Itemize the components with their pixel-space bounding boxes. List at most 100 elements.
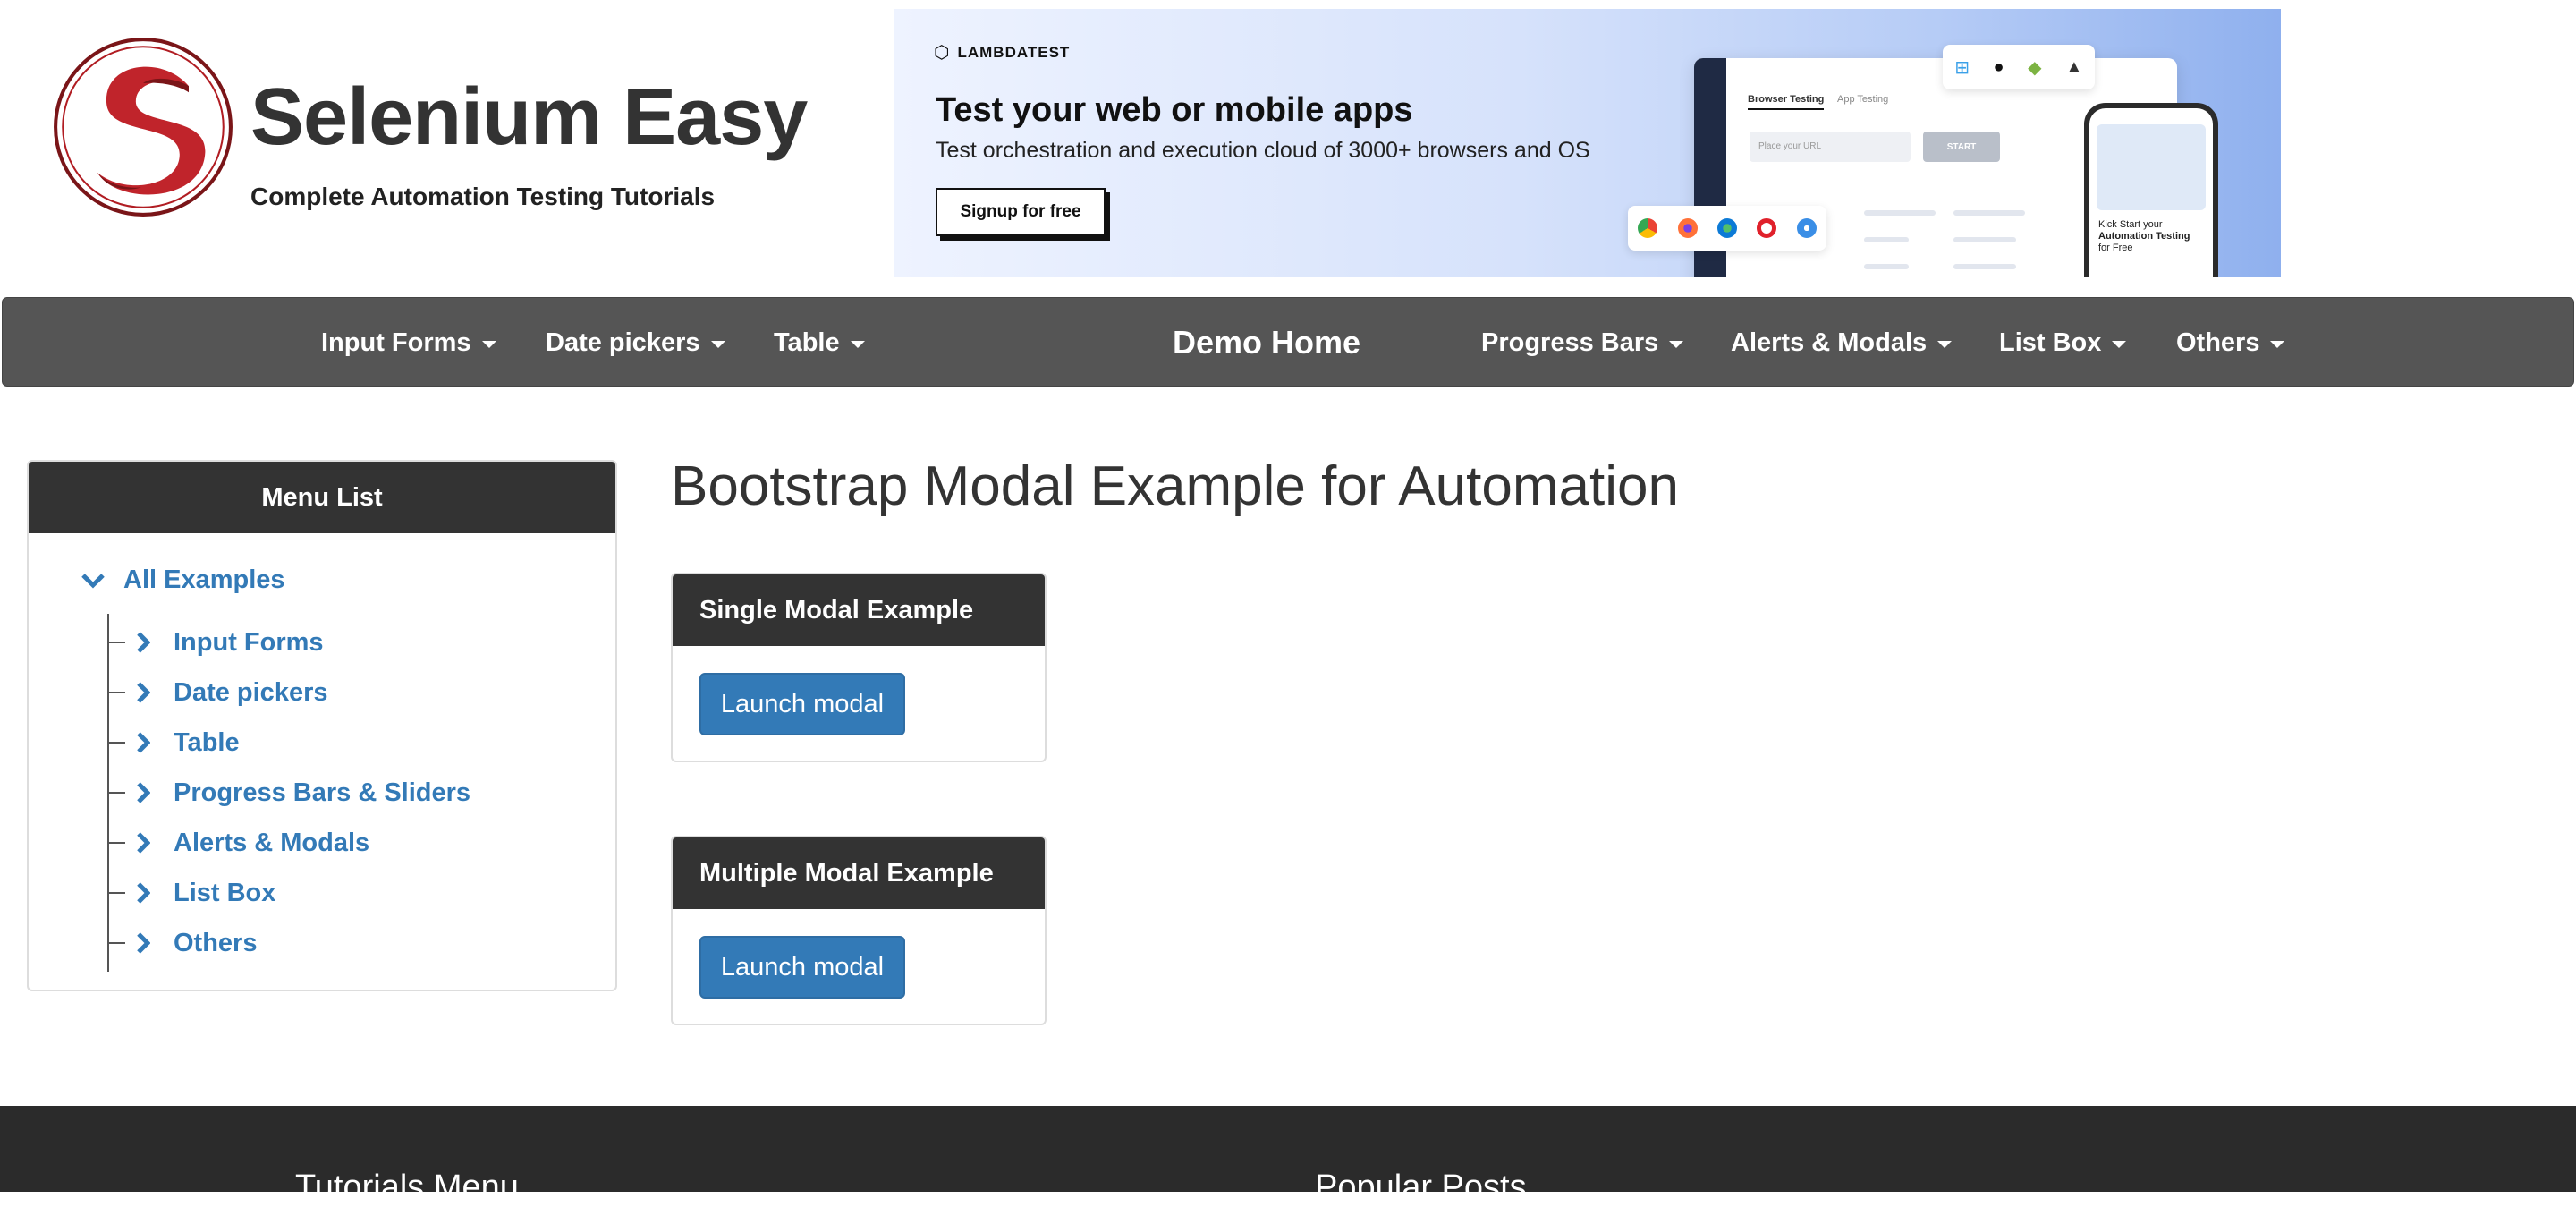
- page-title: Bootstrap Modal Example for Automation: [671, 455, 1679, 517]
- mockup-line: [1953, 210, 2025, 216]
- phone-line-1: Kick Start your: [2098, 219, 2163, 230]
- tree-item-date-pickers[interactable]: Date pickers: [107, 667, 328, 718]
- mockup-tab-app-testing: App Testing: [1837, 94, 1889, 105]
- tree-item-label: Date pickers: [174, 677, 328, 707]
- mockup-url-field: Place your URL: [1750, 132, 1911, 162]
- tree-item-label: List Box: [174, 878, 276, 907]
- tree-item-alerts-modals[interactable]: Alerts & Modals: [107, 818, 369, 868]
- caret-down-icon: [1669, 341, 1684, 348]
- os-icons-pill: ⊞ ● ◆ ▲: [1943, 45, 2095, 89]
- launch-multiple-modal-button[interactable]: Launch modal: [699, 936, 905, 999]
- opera-icon: [1757, 218, 1777, 238]
- chrome-icon: [1638, 218, 1658, 238]
- nav-input-forms-dropdown[interactable]: Input Forms: [321, 298, 496, 387]
- chevron-right-icon: [137, 632, 150, 653]
- tree-branch: [107, 792, 125, 794]
- firefox-icon: [1677, 218, 1698, 238]
- tree-branch: [107, 942, 125, 944]
- tree-item-progress-bars-sliders[interactable]: Progress Bars & Sliders: [107, 768, 470, 818]
- caret-down-icon: [2112, 341, 2127, 348]
- mockup-tab-browser-testing: Browser Testing: [1748, 94, 1825, 110]
- nav-progress-bars-label: Progress Bars: [1481, 327, 1659, 357]
- nav-alerts-modals-dropdown[interactable]: Alerts & Modals: [1731, 298, 1953, 387]
- phone-illustration: [2097, 124, 2206, 210]
- tree-item-others[interactable]: Others: [107, 918, 257, 968]
- nav-table-dropdown[interactable]: Table: [774, 298, 865, 387]
- banner-subtext: Test orchestration and execution cloud o…: [936, 138, 1590, 163]
- chevron-right-icon: [137, 732, 150, 753]
- phone-line-3: for Free: [2098, 242, 2133, 253]
- nav-progress-bars-dropdown[interactable]: Progress Bars: [1481, 298, 1684, 387]
- tree-item-label: Others: [174, 928, 258, 957]
- lambdatest-ad-banner[interactable]: ⬡ LAMBDATEST Test your web or mobile app…: [894, 9, 2281, 277]
- nav-date-pickers-dropdown[interactable]: Date pickers: [546, 298, 725, 387]
- site-tagline: Complete Automation Testing Tutorials: [250, 183, 716, 210]
- tree-branch: [107, 642, 125, 643]
- tree-item-label: Alerts & Modals: [174, 828, 370, 857]
- caret-down-icon: [850, 341, 865, 348]
- nav-others-label: Others: [2176, 327, 2260, 357]
- single-modal-panel: Single Modal Example Launch modal: [671, 573, 1046, 762]
- tree-branch: [107, 842, 125, 844]
- chevron-right-icon: [137, 682, 150, 703]
- phone-mockup: Kick Start your Automation Testing for F…: [2084, 103, 2218, 277]
- single-modal-heading: Single Modal Example: [673, 574, 1045, 646]
- footer-popular-posts-heading: Popular Posts: [1315, 1169, 1527, 1206]
- nav-others-dropdown[interactable]: Others: [2176, 298, 2285, 387]
- chevron-right-icon: [137, 932, 150, 954]
- mockup-line: [1864, 210, 1936, 216]
- windows-icon: ⊞: [1954, 57, 1970, 78]
- chevron-right-icon: [137, 782, 150, 803]
- nav-list-box-label: List Box: [1999, 327, 2102, 357]
- chevron-down-icon: [80, 568, 106, 593]
- caret-down-icon: [2270, 341, 2285, 348]
- lambdatest-brand-label: LAMBDATEST: [957, 43, 1071, 61]
- safari-icon: [1796, 218, 1817, 238]
- linux-icon: ▲: [2064, 56, 2083, 77]
- android-icon: ◆: [2028, 57, 2042, 78]
- mockup-line: [1953, 237, 2016, 242]
- launch-single-modal-button[interactable]: Launch modal: [699, 673, 905, 735]
- signup-for-free-button[interactable]: Signup for free: [936, 188, 1106, 236]
- tree-item-table[interactable]: Table: [107, 718, 240, 768]
- tree-item-input-forms[interactable]: Input Forms: [107, 617, 324, 667]
- site-title[interactable]: Selenium Easy: [250, 77, 808, 157]
- nav-demo-home-link[interactable]: Demo Home: [1173, 298, 1360, 387]
- caret-down-icon: [710, 341, 725, 348]
- phone-text: Kick Start your Automation Testing for F…: [2098, 219, 2211, 254]
- menu-list-heading: Menu List: [29, 462, 615, 533]
- menu-list-sidebar: Menu List All Examples Input Forms Date …: [27, 460, 617, 991]
- lambdatest-brand: ⬡ LAMBDATEST: [934, 41, 1070, 64]
- tree-item-all-examples-label: All Examples: [123, 565, 285, 594]
- caret-down-icon: [1937, 341, 1953, 348]
- tree-item-all-examples[interactable]: All Examples: [80, 565, 285, 595]
- mockup-line: [1953, 264, 2016, 269]
- nav-list-box-dropdown[interactable]: List Box: [1999, 298, 2127, 387]
- site-footer: Tutorials Menu Popular Posts: [0, 1106, 2576, 1206]
- nav-table-label: Table: [774, 327, 840, 357]
- top-navigation-bar: Input Forms Date pickers Table Demo Home…: [2, 297, 2574, 387]
- edge-icon: [1716, 218, 1737, 238]
- apple-icon: ●: [1993, 56, 2004, 77]
- multiple-modal-heading: Multiple Modal Example: [673, 837, 1045, 909]
- footer-tutorials-menu-heading: Tutorials Menu: [295, 1169, 519, 1206]
- nav-input-forms-label: Input Forms: [321, 327, 471, 357]
- nav-alerts-modals-label: Alerts & Modals: [1731, 327, 1928, 357]
- mockup-line: [1864, 237, 1909, 242]
- tree-item-list-box[interactable]: List Box: [107, 868, 275, 918]
- tree-item-label: Input Forms: [174, 627, 324, 657]
- nav-date-pickers-label: Date pickers: [546, 327, 700, 357]
- tree-branch: [107, 742, 125, 744]
- tree-item-label: Progress Bars & Sliders: [174, 778, 471, 807]
- tree-branch: [107, 692, 125, 693]
- caret-down-icon: [481, 341, 496, 348]
- chevron-right-icon: [137, 832, 150, 854]
- lambdatest-logo-icon: ⬡: [934, 43, 951, 63]
- selenium-easy-logo[interactable]: [52, 36, 234, 218]
- browser-icons-pill: [1628, 206, 1826, 251]
- multiple-modal-panel: Multiple Modal Example Launch modal: [671, 836, 1046, 1025]
- tree-item-label: Table: [174, 727, 240, 757]
- tree-branch: [107, 892, 125, 894]
- banner-headline: Test your web or mobile apps: [936, 91, 1413, 129]
- mockup-start-button: START: [1923, 132, 2000, 162]
